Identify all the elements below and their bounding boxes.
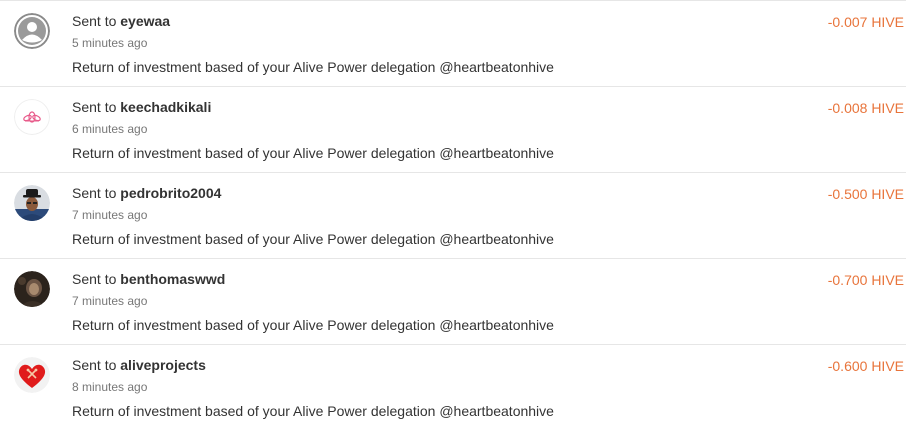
transfer-title: Sent to aliveprojects (72, 357, 206, 373)
recipient-link[interactable]: keechadkikali (120, 99, 211, 115)
timestamp: 8 minutes ago (72, 380, 148, 394)
transfer-memo: Return of investment based of your Alive… (72, 231, 554, 247)
recipient-link[interactable]: pedrobrito2004 (120, 185, 221, 201)
transfer-prefix: Sent to (72, 271, 117, 287)
timestamp: 5 minutes ago (72, 36, 148, 50)
transfer-amount: -0.500 HIVE (827, 186, 904, 202)
recipient-link[interactable]: eyewaa (120, 13, 170, 29)
transfer-history-list: Sent to eyewaa 5 minutes ago Return of i… (0, 0, 918, 421)
timestamp: 6 minutes ago (72, 122, 148, 136)
transfer-amount: -0.008 HIVE (827, 100, 904, 116)
transfer-amount: -0.700 HIVE (827, 272, 904, 288)
man-with-hat-avatar[interactable] (14, 185, 50, 221)
transfer-row: Sent to benthomaswwd 7 minutes ago Retur… (0, 258, 906, 344)
transfer-prefix: Sent to (72, 357, 117, 373)
default-user-icon[interactable] (14, 13, 50, 49)
red-heart-tools-icon[interactable] (14, 357, 50, 393)
transfer-title: Sent to eyewaa (72, 13, 170, 29)
transfer-amount: -0.600 HIVE (827, 358, 904, 374)
transfer-memo: Return of investment based of your Alive… (72, 59, 554, 75)
transfer-prefix: Sent to (72, 99, 117, 115)
lotus-icon[interactable] (14, 99, 50, 135)
recipient-link[interactable]: aliveprojects (120, 357, 206, 373)
person-photo-avatar[interactable] (14, 271, 50, 307)
timestamp: 7 minutes ago (72, 208, 148, 222)
transfer-prefix: Sent to (72, 13, 117, 29)
transfer-title: Sent to pedrobrito2004 (72, 185, 221, 201)
transfer-amount: -0.007 HIVE (827, 14, 904, 30)
transfer-memo: Return of investment based of your Alive… (72, 317, 554, 333)
transfer-memo: Return of investment based of your Alive… (72, 403, 554, 419)
transfer-prefix: Sent to (72, 185, 117, 201)
transfer-row: Sent to pedrobrito2004 7 minutes ago Ret… (0, 172, 906, 258)
timestamp: 7 minutes ago (72, 294, 148, 308)
transfer-title: Sent to benthomaswwd (72, 271, 225, 287)
transfer-row: Sent to aliveprojects 8 minutes ago Retu… (0, 344, 906, 421)
transfer-memo: Return of investment based of your Alive… (72, 145, 554, 161)
transfer-title: Sent to keechadkikali (72, 99, 211, 115)
transfer-row: Sent to eyewaa 5 minutes ago Return of i… (0, 0, 906, 86)
recipient-link[interactable]: benthomaswwd (120, 271, 225, 287)
transfer-row: Sent to keechadkikali 6 minutes ago Retu… (0, 86, 906, 172)
